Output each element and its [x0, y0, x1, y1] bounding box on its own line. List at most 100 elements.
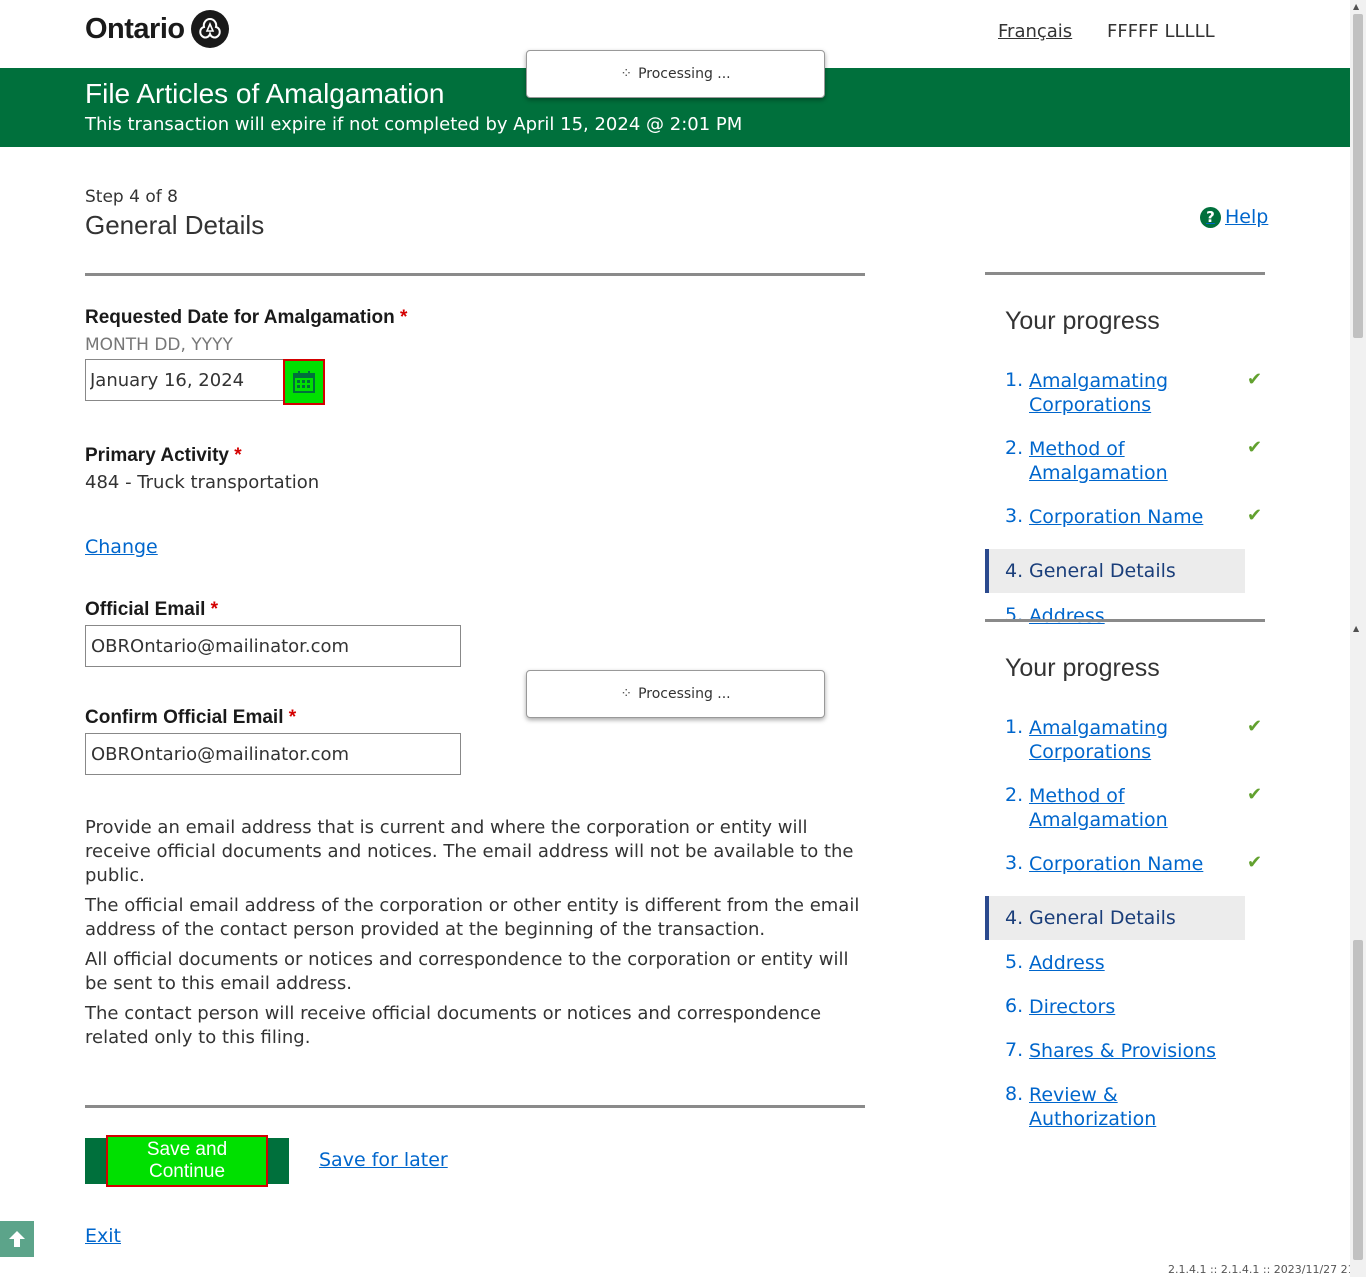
step-link[interactable]: Shares & Provisions: [1029, 1039, 1234, 1072]
save-and-continue-button[interactable]: Save and Continue: [85, 1135, 289, 1187]
scroll-up-arrow-icon[interactable]: ▲: [1353, 624, 1359, 633]
activity-label-text: Primary Activity: [85, 445, 229, 466]
step-link[interactable]: Address: [1029, 951, 1234, 984]
checkmark-icon: ✔: [1247, 716, 1263, 737]
step-label: General Details: [1029, 560, 1176, 582]
step-number: 4.: [1005, 907, 1024, 929]
progress-step-6[interactable]: 6. Directors: [985, 984, 1265, 1028]
progress-step-current: 4. General Details: [985, 549, 1245, 593]
confirm-email-field-label: Confirm Official Email *: [85, 707, 296, 729]
step-number: 2.: [1005, 784, 1024, 806]
step-number: 1.: [1005, 716, 1024, 738]
help-link[interactable]: ? Help: [1200, 206, 1268, 228]
scroll-thumb[interactable]: [1353, 14, 1363, 338]
step-link[interactable]: Method of Amalgamation: [1029, 784, 1234, 852]
progress-step-5[interactable]: 5. Address: [985, 593, 1265, 637]
step-number: 6.: [1005, 995, 1024, 1017]
step-link[interactable]: Corporation Name: [1029, 505, 1234, 549]
page-scrollbar[interactable]: ▲ ▲: [1350, 0, 1366, 1277]
date-label-text: Requested Date for Amalgamation: [85, 307, 395, 328]
progress-step-2[interactable]: 2. Method of Amalgamation ✔: [985, 437, 1265, 505]
progress-step-1[interactable]: 1. Amalgamating Corporations ✔: [985, 716, 1265, 784]
step-number: 4.: [1005, 560, 1024, 582]
required-marker: *: [399, 307, 408, 328]
transaction-title: File Articles of Amalgamation: [85, 78, 445, 109]
required-marker: *: [210, 599, 219, 620]
progress-step-5[interactable]: 5. Address: [985, 940, 1265, 984]
step-number: 3.: [1005, 852, 1024, 874]
step-link[interactable]: Corporation Name: [1029, 852, 1234, 896]
step-number: 8.: [1005, 1083, 1024, 1105]
step-link[interactable]: Directors: [1029, 995, 1234, 1028]
language-toggle-link[interactable]: Français: [998, 21, 1072, 42]
step-link[interactable]: Method of Amalgamation: [1029, 437, 1234, 505]
guidance-paragraph: Provide an email address that is current…: [85, 817, 854, 886]
processing-indicator: ⁘ Processing ...: [526, 50, 825, 98]
progress-step-2[interactable]: 2. Method of Amalgamation ✔: [985, 784, 1265, 852]
spinner-icon: ⁘: [620, 686, 633, 702]
spinner-icon: ⁘: [620, 66, 633, 82]
email-label-text: Official Email: [85, 599, 206, 620]
step-number: 2.: [1005, 437, 1024, 459]
scroll-thumb[interactable]: [1353, 940, 1363, 1260]
checkmark-icon: ✔: [1247, 852, 1263, 873]
expiry-notice: This transaction will expire if not comp…: [85, 114, 743, 135]
checkmark-icon: ✔: [1247, 784, 1263, 805]
email-guidance: Provide an email address that is current…: [85, 816, 870, 1056]
version-info: 2.1.4.1 :: 2.1.4.1 :: 2023/11/27 21:52: [1168, 1263, 1366, 1276]
progress-title: Your progress: [1005, 307, 1160, 335]
progress-step-3[interactable]: 3. Corporation Name ✔: [985, 852, 1265, 896]
sidebar-divider: [985, 272, 1265, 275]
exit-link[interactable]: Exit: [85, 1225, 121, 1247]
section-divider: [85, 273, 865, 276]
trillium-icon: [190, 10, 229, 48]
progress-step-current: 4. General Details: [985, 896, 1245, 940]
step-link[interactable]: Amalgamating Corporations: [1029, 716, 1234, 784]
back-to-top-button[interactable]: [0, 1221, 34, 1257]
email-field-label: Official Email *: [85, 599, 218, 621]
step-link[interactable]: Review & Authorization: [1029, 1083, 1234, 1130]
progress-step-3[interactable]: 3. Corporation Name ✔: [985, 505, 1265, 549]
required-marker: *: [288, 707, 297, 728]
progress-list-short: 1. Amalgamating Corporations ✔ 2. Method…: [985, 369, 1265, 637]
step-label: General Details: [1029, 907, 1176, 929]
confirm-email-label-text: Confirm Official Email: [85, 707, 284, 728]
step-number: 7.: [1005, 1039, 1024, 1061]
step-number: 1.: [1005, 369, 1024, 391]
checkmark-icon: ✔: [1247, 505, 1263, 526]
primary-activity-value: 484 - Truck transportation: [85, 472, 320, 493]
processing-label: Processing ...: [638, 66, 731, 82]
arrow-up-icon: [9, 1231, 25, 1247]
progress-step-1[interactable]: 1. Amalgamating Corporations ✔: [985, 369, 1265, 437]
official-email-field[interactable]: [85, 625, 461, 667]
calendar-icon: [293, 371, 315, 393]
step-number: 5.: [1005, 951, 1024, 973]
calendar-button[interactable]: [283, 359, 325, 405]
change-activity-link[interactable]: Change: [85, 536, 158, 558]
scroll-up-arrow-icon[interactable]: ▲: [1353, 2, 1359, 11]
amalgamation-date-input[interactable]: [85, 359, 285, 401]
processing-indicator: ⁘ Processing ...: [526, 670, 825, 718]
step-link[interactable]: Amalgamating Corporations: [1029, 369, 1234, 437]
user-name[interactable]: FFFFF LLLLL: [1107, 21, 1215, 42]
logo-text: Ontario: [85, 12, 185, 45]
ontario-logo[interactable]: Ontario: [85, 10, 229, 48]
step-number: 3.: [1005, 505, 1024, 527]
activity-field-label: Primary Activity *: [85, 445, 242, 467]
checkmark-icon: ✔: [1247, 369, 1263, 390]
date-field-label: Requested Date for Amalgamation *: [85, 307, 407, 329]
guidance-paragraph: All official documents or notices and co…: [85, 949, 849, 994]
confirm-email-field[interactable]: [85, 733, 461, 775]
guidance-paragraph: The contact person will receive official…: [85, 1003, 822, 1048]
step-indicator: Step 4 of 8: [85, 187, 178, 207]
question-circle-icon: ?: [1200, 206, 1221, 228]
checkmark-icon: ✔: [1247, 437, 1263, 458]
actions-divider: [85, 1105, 865, 1108]
progress-list-full: 1. Amalgamating Corporations ✔ 2. Method…: [985, 716, 1265, 1130]
page-title: General Details: [85, 210, 265, 240]
progress-step-7[interactable]: 7. Shares & Provisions: [985, 1028, 1265, 1072]
progress-step-8[interactable]: 8. Review & Authorization: [985, 1072, 1265, 1130]
guidance-paragraph: The official email address of the corpor…: [85, 895, 860, 940]
required-marker: *: [234, 445, 242, 466]
save-for-later-link[interactable]: Save for later: [319, 1149, 448, 1171]
